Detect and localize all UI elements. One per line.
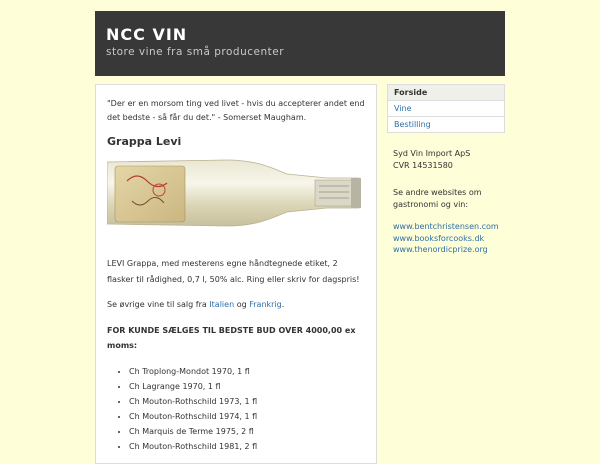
other-suffix: .	[281, 300, 285, 309]
nav-item-bestilling[interactable]: Bestilling	[388, 117, 504, 132]
list-item: Ch Mouton-Rothschild 1973, 1 fl	[129, 394, 365, 409]
list-item: Ch Lagrange 1970, 1 fl	[129, 379, 365, 394]
italy-link[interactable]: Italien	[209, 300, 234, 309]
product-description: LEVI Grappa, med mesterens egne håndtegn…	[107, 259, 360, 284]
list-item: Ch Troplong-Mondot 1970, 1 fl	[129, 364, 365, 379]
other-and: og	[236, 300, 247, 309]
link-thenordicprize[interactable]: www.thenordicprize.org	[393, 244, 499, 256]
quote: "Der er en morsom ting ved livet - hvis …	[107, 99, 365, 122]
link-bentchristensen[interactable]: www.bentchristensen.com	[393, 221, 499, 233]
wine-list: Ch Troplong-Mondot 1970, 1 fl Ch Lagrang…	[107, 364, 365, 454]
company-info: Syd Vin Import ApS CVR 14531580	[387, 148, 505, 172]
auction-heading: FOR KUNDE SÆLGES TIL BEDSTE BUD OVER 400…	[107, 325, 356, 351]
external-links: www.bentchristensen.com www.booksforcook…	[387, 221, 505, 256]
site-header: NCC VIN store vine fra små producenter	[95, 11, 505, 76]
list-item: Ch Marquis de Terme 1975, 2 fl	[129, 424, 365, 439]
list-item: Ch Mouton-Rothschild 1974, 1 fl	[129, 409, 365, 424]
site-title[interactable]: NCC VIN	[106, 25, 494, 45]
company-name: Syd Vin Import ApS	[393, 149, 471, 158]
post-title: Grappa Levi	[107, 135, 182, 148]
france-link[interactable]: Frankrig	[249, 300, 282, 309]
see-other-text: Se andre websites om gastronomi og vin:	[393, 188, 482, 209]
company-cvr: CVR 14531580	[393, 161, 453, 170]
nav-item-vine[interactable]: Vine	[388, 101, 504, 117]
list-item: Ch Mouton-Rothschild 1981, 2 fl	[129, 439, 365, 454]
site-tagline: store vine fra små producenter	[106, 46, 285, 58]
grappa-bottle-image	[107, 159, 361, 227]
nav-item-forside[interactable]: Forside	[388, 85, 504, 101]
link-booksforcooks[interactable]: www.booksforcooks.dk	[393, 233, 499, 245]
main-content: "Der er en morsom ting ved livet - hvis …	[95, 84, 377, 464]
other-prefix: Se øvrige vine til salg fra	[107, 300, 207, 309]
other-wines-text: Se øvrige vine til salg fra Italien og F…	[107, 297, 365, 313]
sidebar-nav: Forside Vine Bestilling	[387, 84, 505, 133]
sidebar: Forside Vine Bestilling Syd Vin Import A…	[387, 84, 505, 256]
